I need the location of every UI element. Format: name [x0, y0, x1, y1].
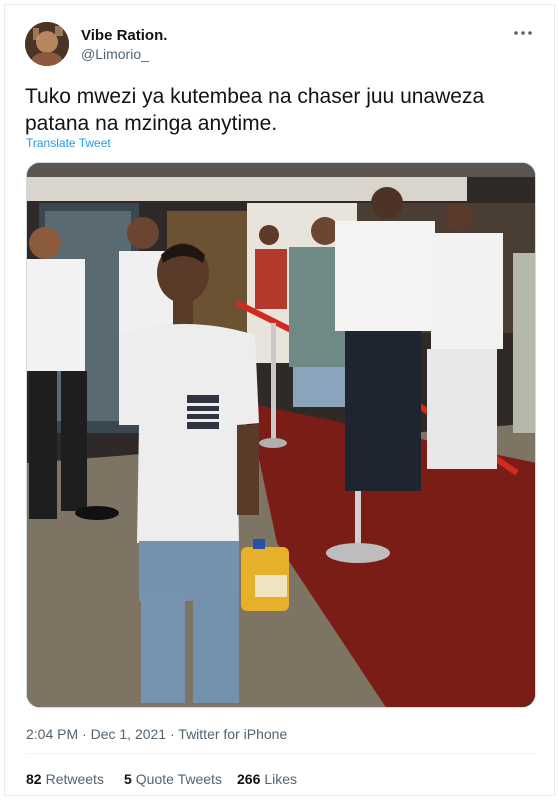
author-name[interactable]: Vibe Ration. — [81, 27, 167, 44]
more-horizontal-icon[interactable] — [510, 23, 536, 43]
tweet-date[interactable]: Dec 1, 2021 — [91, 726, 167, 742]
tweet-text: Tuko mwezi ya kutembea na chaser juu una… — [25, 85, 485, 135]
quotes-count: 5 — [124, 771, 132, 787]
tweet-card: Vibe Ration. @Limorio_ Tuko mwezi ya kut… — [4, 4, 555, 796]
tweet-meta: 2:04 PM · Dec 1, 2021 · Twitter for iPho… — [26, 726, 287, 742]
tweet-photo[interactable] — [26, 162, 536, 708]
retweets-count: 82 — [26, 771, 42, 787]
likes-label: Likes — [264, 771, 298, 787]
retweets-label: Retweets — [45, 771, 104, 787]
tweet-time[interactable]: 2:04 PM — [26, 726, 78, 742]
author-avatar[interactable] — [25, 22, 69, 66]
likes-stat[interactable]: 266 Likes — [237, 771, 297, 787]
meta-separator: · — [166, 726, 179, 742]
meta-separator: · — [78, 726, 91, 742]
retweets-stat[interactable]: 82 Retweets — [26, 771, 104, 787]
quote-tweets-stat[interactable]: 5 Quote Tweets — [124, 771, 222, 787]
author-handle[interactable]: @Limorio_ — [81, 46, 149, 62]
translate-tweet-link[interactable]: Translate Tweet — [26, 136, 111, 150]
divider — [26, 753, 536, 754]
likes-count: 266 — [237, 771, 261, 787]
tweet-source[interactable]: Twitter for iPhone — [178, 726, 287, 742]
quotes-label: Quote Tweets — [135, 771, 222, 787]
